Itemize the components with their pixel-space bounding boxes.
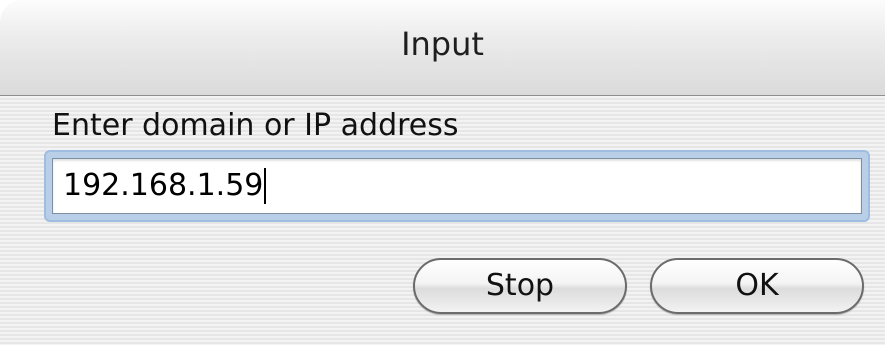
text-caret bbox=[264, 168, 267, 204]
address-input-value[interactable]: 192.168.1.59 bbox=[63, 168, 267, 204]
input-dialog: Input Enter domain or IP address 192.168… bbox=[0, 0, 885, 345]
address-input[interactable]: 192.168.1.59 bbox=[52, 158, 862, 214]
prompt-label: Enter domain or IP address bbox=[52, 108, 459, 143]
address-input-text: 192.168.1.59 bbox=[63, 168, 264, 203]
window-title: Input bbox=[401, 25, 484, 63]
title-bar[interactable]: Input bbox=[0, 0, 885, 96]
ok-button[interactable]: OK bbox=[650, 258, 864, 314]
stop-button[interactable]: Stop bbox=[413, 258, 627, 314]
